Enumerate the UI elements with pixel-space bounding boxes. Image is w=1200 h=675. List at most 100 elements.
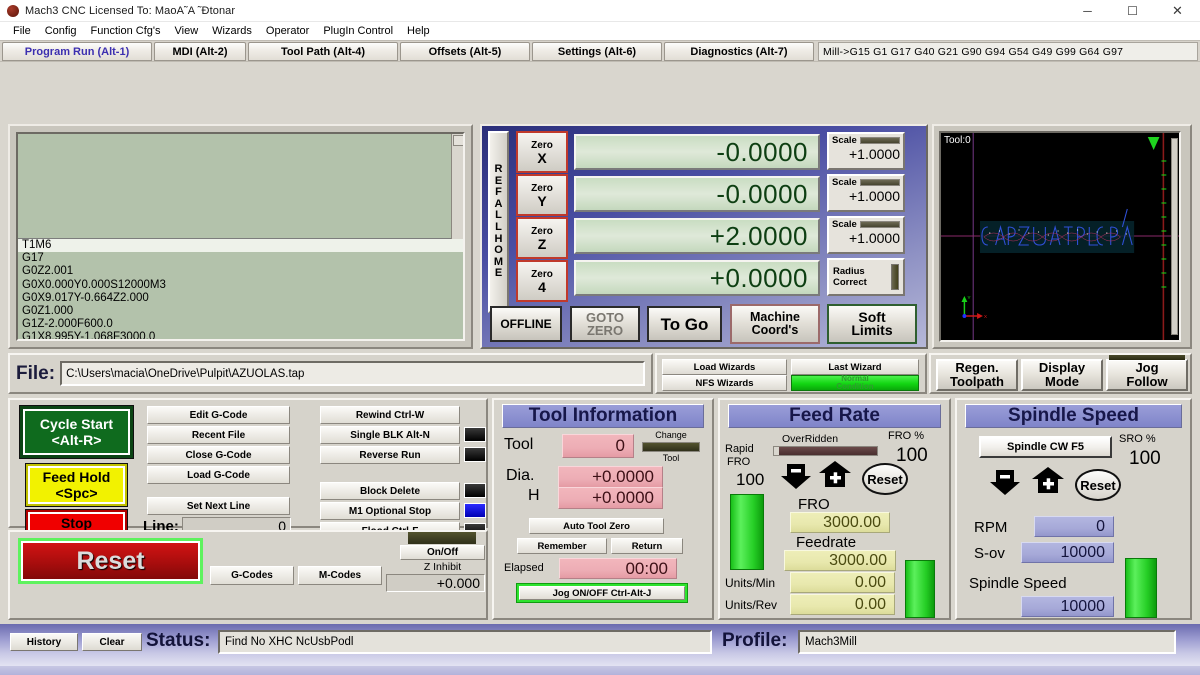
jog-follow-button[interactable]: Jog Follow bbox=[1106, 359, 1188, 391]
rapid-fro-value[interactable]: 100 bbox=[736, 470, 764, 490]
gcode-line[interactable]: G0Z1.000 bbox=[18, 305, 463, 318]
menu-item-help[interactable]: Help bbox=[400, 24, 437, 38]
normal-condition-led[interactable]: Normal Condition bbox=[791, 375, 919, 391]
fro-reset-button[interactable]: Reset bbox=[862, 463, 908, 495]
spindle-reset-button[interactable]: Reset bbox=[1075, 469, 1121, 501]
goto-zero-button[interactable]: GOTO ZERO bbox=[570, 306, 640, 342]
edit-gcode-button[interactable]: Edit G-Code bbox=[147, 406, 290, 424]
menu-item-function-cfgs[interactable]: Function Cfg's bbox=[84, 24, 168, 38]
dia-value[interactable]: +0.0000 bbox=[558, 466, 663, 488]
dro-y-value[interactable]: -0.0000 bbox=[574, 176, 820, 212]
jog-onoff-button[interactable]: Jog ON/OFF Ctrl-Alt-J bbox=[516, 583, 688, 603]
to-go-button[interactable]: To Go bbox=[647, 306, 722, 342]
tab-tool-path[interactable]: Tool Path (Alt-4) bbox=[248, 42, 398, 61]
reset-button[interactable]: Reset bbox=[18, 538, 203, 584]
overridden-bar[interactable] bbox=[773, 446, 878, 456]
toolpath-scrollbar[interactable] bbox=[1171, 138, 1178, 335]
rewind-button[interactable]: Rewind Ctrl-W bbox=[320, 406, 460, 424]
fro-percent-value[interactable]: 100 bbox=[896, 445, 928, 467]
file-path-field[interactable]: C:\Users\macia\OneDrive\Pulpit\AZUOLAS.t… bbox=[60, 361, 645, 386]
menu-item-view[interactable]: View bbox=[168, 24, 206, 38]
scale-z-box[interactable]: Scale +1.0000 bbox=[827, 216, 905, 254]
tab-program-run[interactable]: Program Run (Alt-1) bbox=[2, 42, 152, 61]
close-button[interactable]: ✕ bbox=[1155, 0, 1200, 22]
change-tool-led[interactable] bbox=[642, 442, 700, 452]
set-next-line-button[interactable]: Set Next Line bbox=[147, 497, 290, 515]
scale-x-box[interactable]: Scale +1.0000 bbox=[827, 132, 905, 170]
load-wizards-button[interactable]: Load Wizards bbox=[662, 359, 787, 375]
units-rev-value[interactable]: 0.00 bbox=[790, 594, 895, 615]
gcode-line-list[interactable]: T1M6 G17 G0Z2.001 G0X0.000Y0.000S12000M3… bbox=[18, 239, 463, 339]
fro-decrease-icon[interactable] bbox=[780, 462, 812, 490]
toolpath-display[interactable]: Tool:0 Y X bbox=[939, 131, 1181, 342]
gcode-viewer[interactable]: T1M6 G17 G0Z2.001 G0X0.000Y0.000S12000M3… bbox=[16, 132, 465, 341]
maximize-button[interactable]: ☐ bbox=[1110, 0, 1155, 22]
spindle-speed-value[interactable]: 10000 bbox=[1021, 596, 1114, 617]
reverse-run-button[interactable]: Reverse Run bbox=[320, 446, 460, 464]
scale-y-value[interactable]: +1.0000 bbox=[832, 188, 900, 204]
tab-mdi[interactable]: MDI (Alt-2) bbox=[154, 42, 246, 61]
return-button[interactable]: Return bbox=[611, 538, 683, 554]
menu-item-config[interactable]: Config bbox=[38, 24, 84, 38]
spindle-increase-icon[interactable] bbox=[1031, 466, 1065, 494]
rpm-value[interactable]: 0 bbox=[1034, 516, 1114, 537]
spindle-cw-button[interactable]: Spindle CW F5 bbox=[979, 436, 1112, 458]
single-blk-button[interactable]: Single BLK Alt-N bbox=[320, 426, 460, 444]
zero-y-button[interactable]: Zero Y bbox=[516, 174, 568, 216]
close-gcode-button[interactable]: Close G-Code bbox=[147, 446, 290, 464]
gcode-line[interactable]: G0X9.017Y-0.664Z2.000 bbox=[18, 292, 463, 305]
gcode-line[interactable]: T1M6 bbox=[18, 239, 463, 253]
gcode-line[interactable]: G1X8.995Y-1.068F3000.0 bbox=[18, 331, 463, 339]
zero-x-button[interactable]: Zero X bbox=[516, 131, 568, 173]
gcode-line[interactable]: G0Z2.001 bbox=[18, 265, 463, 278]
scale-x-value[interactable]: +1.0000 bbox=[832, 146, 900, 162]
tab-offsets[interactable]: Offsets (Alt-5) bbox=[400, 42, 530, 61]
history-button[interactable]: History bbox=[10, 633, 78, 651]
radius-correct-button[interactable]: Radius Correct bbox=[827, 258, 905, 296]
mcodes-button[interactable]: M-Codes bbox=[298, 566, 382, 585]
z-inhibit-value[interactable]: +0.000 bbox=[386, 574, 485, 592]
fro-value[interactable]: 3000.00 bbox=[790, 512, 890, 533]
sov-value[interactable]: 10000 bbox=[1021, 542, 1114, 563]
remember-button[interactable]: Remember bbox=[517, 538, 607, 554]
recent-file-button[interactable]: Recent File bbox=[147, 426, 290, 444]
elapsed-value[interactable]: 00:00 bbox=[559, 558, 677, 579]
clear-button[interactable]: Clear bbox=[82, 633, 142, 651]
tab-settings[interactable]: Settings (Alt-6) bbox=[532, 42, 662, 61]
nfs-wizards-button[interactable]: NFS Wizards bbox=[662, 375, 787, 391]
block-delete-button[interactable]: Block Delete bbox=[320, 482, 460, 500]
minimize-button[interactable]: ─ bbox=[1065, 0, 1110, 22]
fro-increase-icon[interactable] bbox=[818, 460, 852, 488]
sro-percent-value[interactable]: 100 bbox=[1129, 448, 1161, 470]
gcode-line[interactable]: G17 bbox=[18, 252, 463, 265]
zero-z-button[interactable]: Zero Z bbox=[516, 217, 568, 259]
auto-tool-zero-button[interactable]: Auto Tool Zero bbox=[529, 518, 664, 534]
last-wizard-button[interactable]: Last Wizard bbox=[791, 359, 919, 375]
feed-hold-button[interactable]: Feed Hold <Spc> bbox=[26, 464, 127, 506]
gcode-line[interactable]: G0X0.000Y0.000S12000M3 bbox=[18, 279, 463, 292]
menu-item-file[interactable]: File bbox=[6, 24, 38, 38]
menu-item-plugin-control[interactable]: PlugIn Control bbox=[316, 24, 400, 38]
ref-all-home-button[interactable]: REF ALL HOME bbox=[488, 131, 509, 313]
regen-toolpath-button[interactable]: Regen. Toolpath bbox=[936, 359, 1018, 391]
gcode-scrollbar[interactable] bbox=[451, 134, 463, 239]
menu-item-wizards[interactable]: Wizards bbox=[205, 24, 259, 38]
dro-z-value[interactable]: +2.0000 bbox=[574, 218, 820, 254]
machine-coords-button[interactable]: Machine Coord's bbox=[730, 304, 820, 344]
gcode-line[interactable]: G1Z-2.000F600.0 bbox=[18, 318, 463, 331]
scale-z-value[interactable]: +1.0000 bbox=[832, 230, 900, 246]
units-min-value[interactable]: 0.00 bbox=[790, 572, 895, 593]
scale-y-box[interactable]: Scale +1.0000 bbox=[827, 174, 905, 212]
z-inhibit-onoff-button[interactable]: On/Off bbox=[400, 545, 485, 560]
menu-item-operator[interactable]: Operator bbox=[259, 24, 316, 38]
soft-limits-button[interactable]: Soft Limits bbox=[827, 304, 917, 344]
gcodes-button[interactable]: G-Codes bbox=[210, 566, 294, 585]
feedrate-value[interactable]: 3000.00 bbox=[784, 550, 896, 571]
m1-optional-stop-button[interactable]: M1 Optional Stop bbox=[320, 502, 460, 520]
tool-number-value[interactable]: 0 bbox=[562, 434, 634, 458]
cycle-start-button[interactable]: Cycle Start <Alt-R> bbox=[20, 406, 133, 458]
display-mode-button[interactable]: Display Mode bbox=[1021, 359, 1103, 391]
dro-a-value[interactable]: +0.0000 bbox=[574, 260, 820, 296]
dro-x-value[interactable]: -0.0000 bbox=[574, 134, 820, 170]
tab-diagnostics[interactable]: Diagnostics (Alt-7) bbox=[664, 42, 814, 61]
